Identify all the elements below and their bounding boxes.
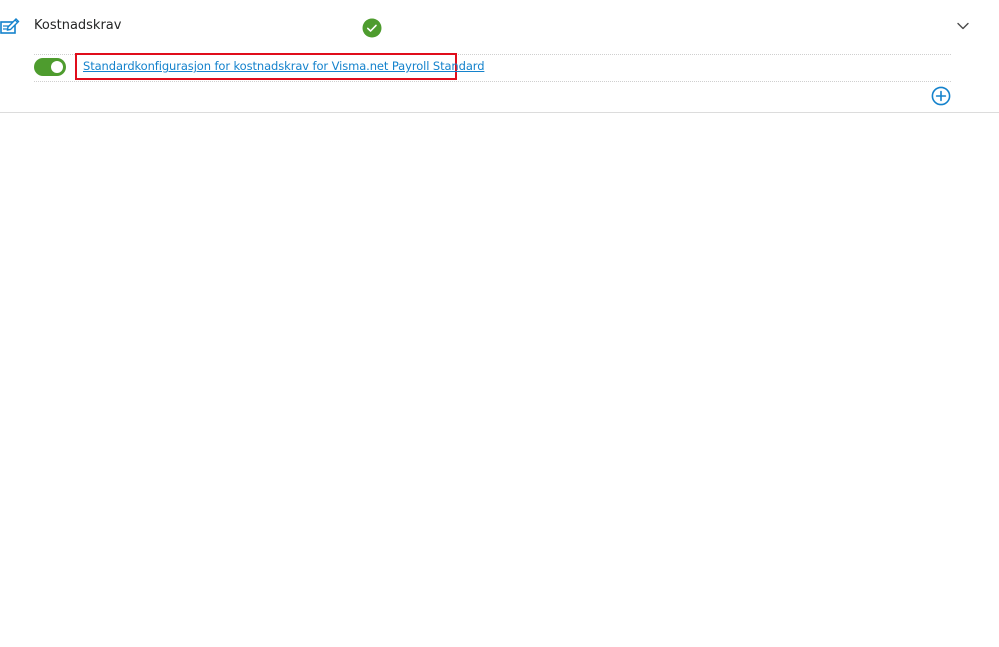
plus-circle-icon[interactable] [931,86,951,106]
cost-claim-panel: Kostnadskrav Standardkonfigurasjon for k… [0,0,999,647]
edit-document-icon [0,16,20,36]
check-circle-icon [362,18,382,38]
row-divider-bottom [34,81,951,82]
chevron-down-icon[interactable] [955,18,971,34]
configuration-toggle[interactable] [34,58,66,76]
highlight-box: Standardkonfigurasjon for kostnadskrav f… [75,53,484,80]
section-title: Kostnadskrav [34,18,122,33]
configuration-link[interactable]: Standardkonfigurasjon for kostnadskrav f… [83,58,484,74]
cost-claim-section: Kostnadskrav Standardkonfigurasjon for k… [0,0,999,113]
toggle-knob [51,61,63,73]
